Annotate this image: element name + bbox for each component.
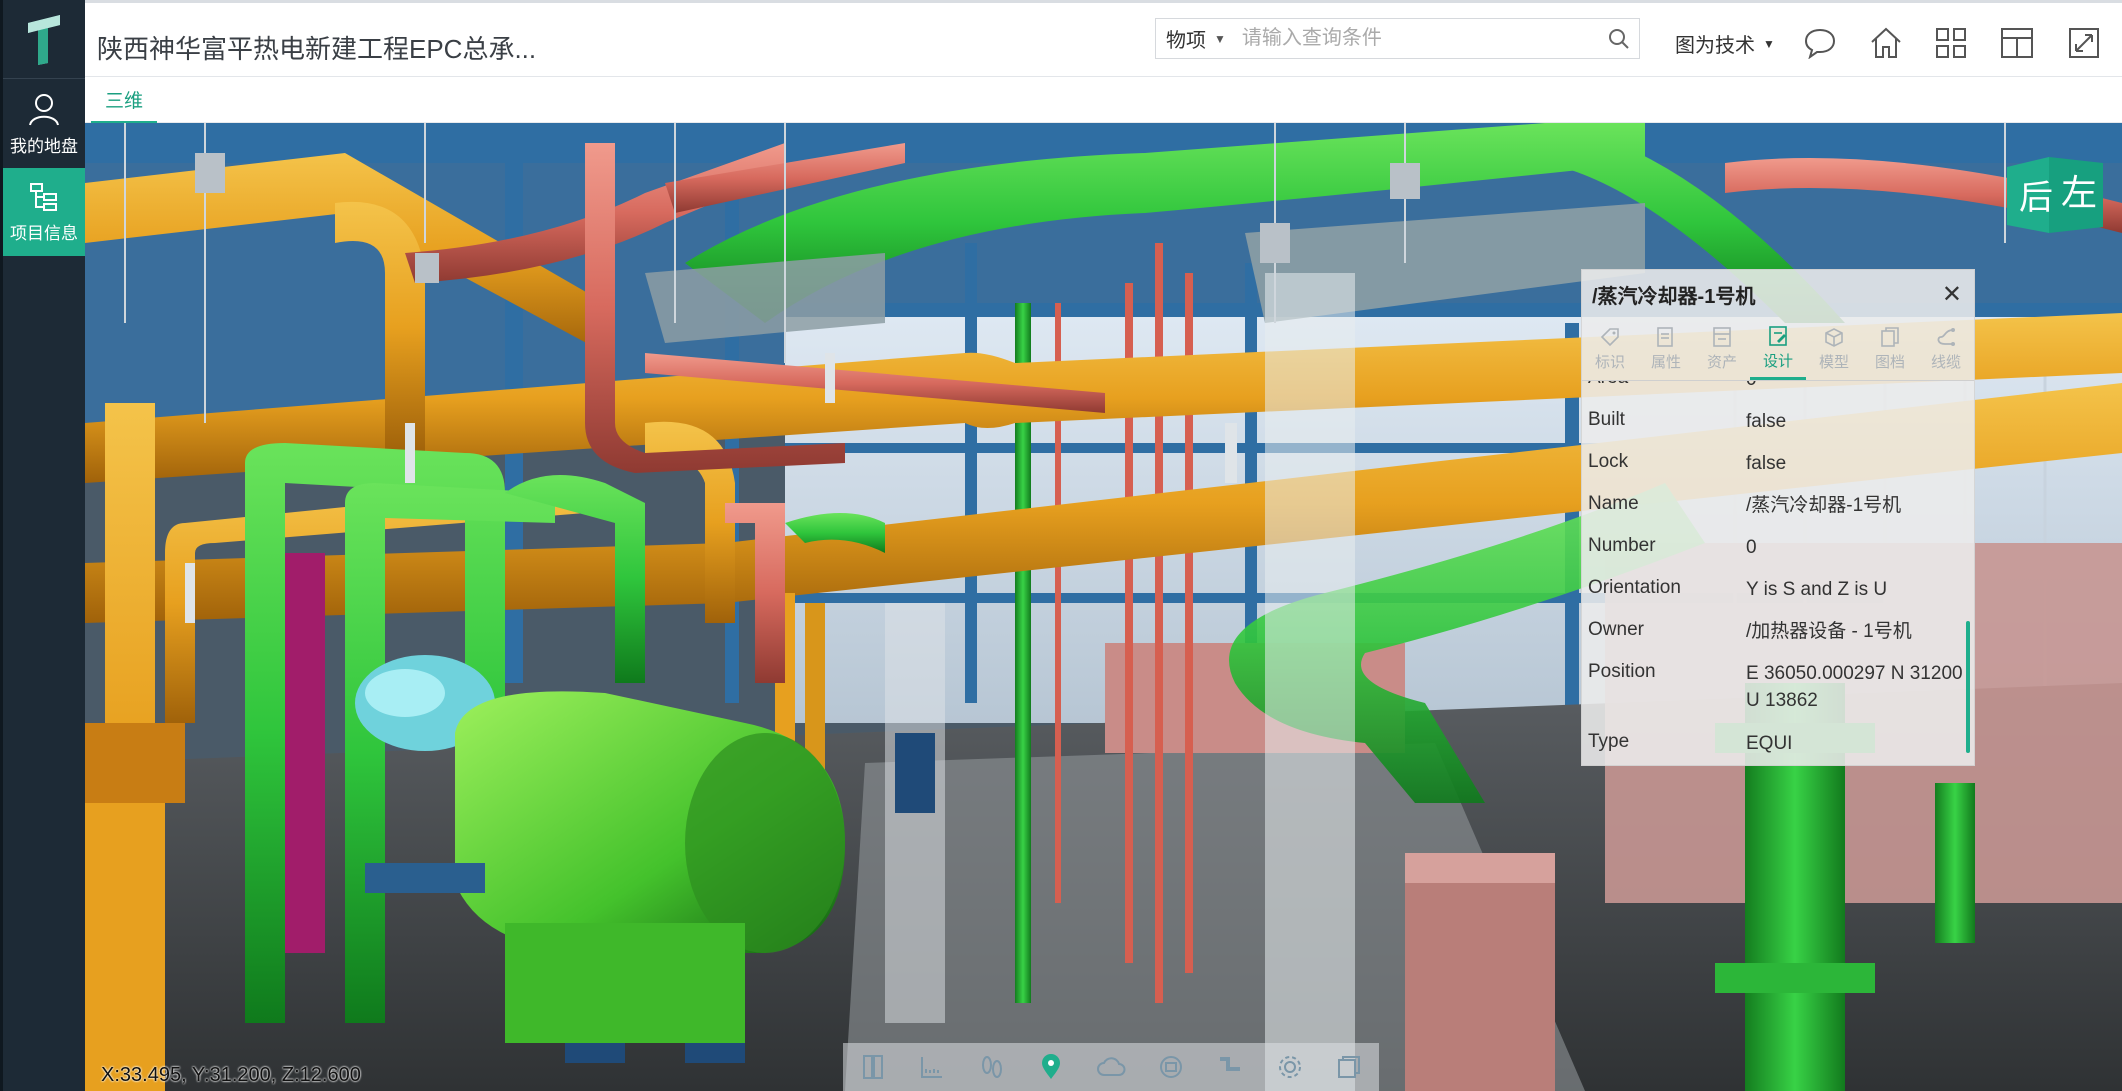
coordinate-readout: X:33.495, Y:31.200, Z:12.600	[101, 1064, 361, 1086]
rail-divider	[3, 78, 85, 79]
tab-label: 图档	[1874, 354, 1905, 371]
tab-label: 线缆	[1930, 354, 1961, 371]
view-cube-left-face: 左	[2061, 173, 2097, 214]
app-logo-icon[interactable]	[3, 0, 85, 78]
property-row: Name /蒸汽冷却器-1号机	[1582, 493, 1974, 535]
search-icon[interactable]	[1599, 28, 1639, 50]
property-value: EQUI	[1746, 733, 1793, 754]
caret-down-icon: ▼	[1214, 31, 1226, 46]
camera-icon[interactable]	[1151, 1047, 1191, 1087]
window-icon[interactable]	[1329, 1047, 1369, 1087]
property-row: Area 0	[1582, 381, 1974, 409]
section-icon[interactable]	[853, 1047, 893, 1087]
property-row: Number 0	[1582, 535, 1974, 577]
grid-icon[interactable]	[1931, 23, 1971, 63]
sidebar-item-label: 项目信息	[10, 223, 78, 243]
property-row: Position E 36050.000297 N 31200 U 13862	[1582, 661, 1974, 731]
property-row: Type EQUI	[1582, 731, 1974, 765]
property-value: 0	[1746, 381, 1968, 394]
tab-assets[interactable]: 资产	[1694, 318, 1750, 380]
location-pin-icon[interactable]	[1031, 1047, 1071, 1087]
property-value: false	[1746, 411, 1787, 432]
layout-icon[interactable]	[1997, 23, 2037, 63]
property-value: Y is S and Z is U	[1746, 579, 1888, 600]
walk-icon[interactable]	[972, 1047, 1012, 1087]
user-icon	[29, 93, 59, 125]
panel-scrollbar[interactable]	[1966, 621, 1970, 753]
search-category-label: 物项	[1166, 30, 1206, 52]
property-row: Orientation Y is S and Z is U	[1582, 577, 1974, 619]
panel-tabs: 标识 属性 资产 设计 模型 图档 线缆	[1582, 318, 1974, 381]
property-key: Number	[1588, 535, 1656, 556]
pipe-icon[interactable]	[1210, 1047, 1250, 1087]
tab-cables[interactable]: 线缆	[1918, 318, 1974, 380]
tab-label: 属性	[1650, 354, 1681, 371]
property-value: E 36050.000297 N 31200 U 13862	[1746, 663, 1963, 711]
property-key: Area	[1588, 381, 1746, 389]
property-key: Built	[1588, 409, 1625, 430]
documents-icon	[1881, 327, 1899, 347]
properties-list: Area 0 Built false Lock false Name /蒸汽冷却…	[1582, 381, 1974, 765]
property-key: Orientation	[1588, 577, 1681, 598]
tab-identity[interactable]: 标识	[1582, 318, 1638, 380]
panel-title: /蒸汽冷却器-1号机	[1592, 285, 1756, 308]
property-value: 0	[1746, 537, 1757, 558]
property-row: Owner /加热器设备 - 1号机	[1582, 619, 1974, 661]
cube-icon	[1825, 328, 1843, 347]
home-icon[interactable]	[1866, 23, 1906, 63]
user-menu[interactable]: 图为技术 ▼	[1675, 29, 1775, 58]
cloud-icon[interactable]	[1091, 1047, 1131, 1087]
tab-design[interactable]: 设计	[1750, 318, 1806, 380]
asset-icon	[1713, 327, 1731, 347]
tab-documents[interactable]: 图档	[1862, 318, 1918, 380]
sidebar-item-label: 我的地盘	[10, 136, 78, 156]
property-key: Position	[1588, 661, 1656, 682]
chat-icon[interactable]	[1800, 23, 1840, 63]
top-header: 陕西神华富平热电新建工程EPC总承... 物项 ▼ 图为技术 ▼	[85, 0, 2122, 77]
properties-icon	[1657, 327, 1673, 347]
property-key: Lock	[1588, 451, 1629, 472]
page-title: 陕西神华富平热电新建工程EPC总承...	[97, 34, 537, 64]
bottom-toolbar	[843, 1043, 1379, 1091]
property-row: Lock false	[1582, 451, 1974, 493]
tab-bar: 三维	[85, 77, 2122, 124]
property-value: /蒸汽冷却器-1号机	[1746, 495, 1902, 516]
tab-properties[interactable]: 属性	[1638, 318, 1694, 380]
fullscreen-icon[interactable]	[2064, 23, 2104, 63]
panel-header: /蒸汽冷却器-1号机 ✕	[1582, 270, 1974, 318]
close-icon[interactable]: ✕	[1942, 280, 1962, 309]
3d-viewport[interactable]: 后 左 /蒸汽冷却器-1号机 ✕ 标识 属性 资产 设计 模型 图档 线缆 Bu…	[85, 123, 2122, 1091]
property-row: Built false	[1582, 409, 1974, 451]
project-tree-icon	[30, 182, 57, 211]
search-input[interactable]	[1239, 19, 1599, 58]
property-key: Type	[1588, 731, 1630, 752]
tab-label: 资产	[1706, 354, 1737, 371]
property-key: Name	[1588, 493, 1639, 514]
sidebar-item-my-workspace[interactable]: 我的地盘	[3, 80, 85, 168]
settings-icon[interactable]	[1270, 1047, 1310, 1087]
user-name: 图为技术	[1675, 35, 1755, 57]
tab-3d[interactable]: 三维	[91, 77, 158, 124]
view-cube[interactable]: 后 左	[2005, 153, 2105, 237]
tab-model[interactable]: 模型	[1806, 318, 1862, 380]
cable-icon	[1937, 328, 1955, 346]
tag-icon	[1600, 328, 1619, 347]
search-bar: 物项 ▼	[1155, 18, 1640, 59]
property-value: /加热器设备 - 1号机	[1746, 621, 1912, 642]
design-icon	[1769, 325, 1787, 346]
sidebar-item-project-info[interactable]: 项目信息	[3, 168, 85, 256]
search-category-dropdown[interactable]: 物项 ▼	[1156, 24, 1236, 53]
view-cube-back-face: 后	[2019, 178, 2053, 218]
tab-label: 标识	[1594, 354, 1625, 371]
property-key: Owner	[1588, 619, 1644, 640]
property-value: false	[1746, 453, 1787, 474]
measure-icon[interactable]	[912, 1047, 952, 1087]
tab-label: 设计	[1762, 352, 1793, 370]
caret-down-icon: ▼	[1763, 36, 1775, 51]
properties-panel: /蒸汽冷却器-1号机 ✕ 标识 属性 资产 设计 模型 图档 线缆 Built …	[1581, 269, 1975, 766]
tab-label: 模型	[1818, 354, 1849, 371]
left-rail: 我的地盘 项目信息	[0, 0, 85, 1091]
